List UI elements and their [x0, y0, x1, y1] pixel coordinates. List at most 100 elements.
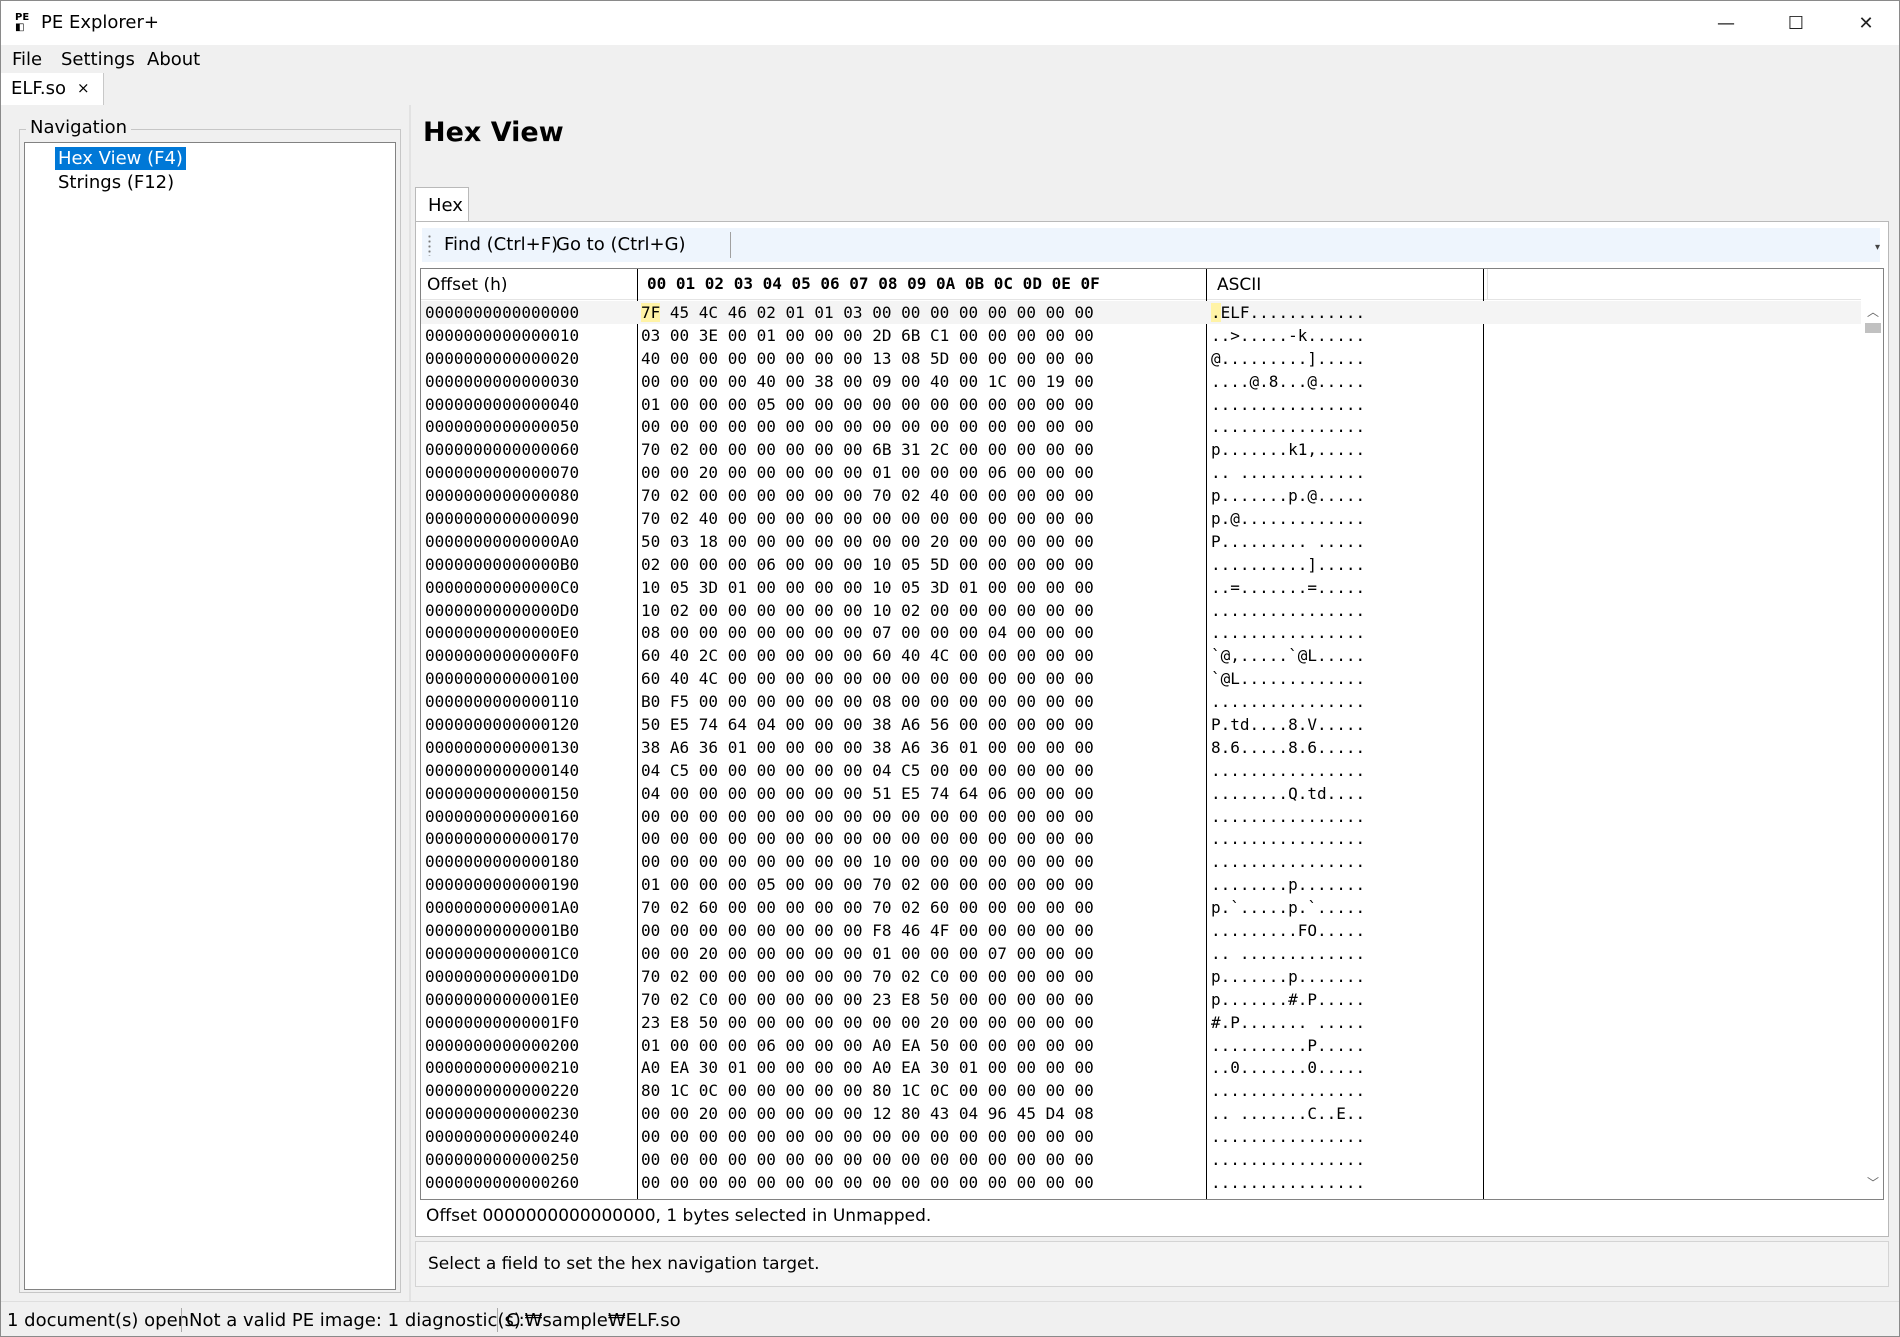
row-offset[interactable]: 00000000000000F0 [425, 644, 579, 667]
minimize-button[interactable]: — [1691, 1, 1761, 45]
row-hex-bytes[interactable]: 80 1C 0C 00 00 00 00 00 80 1C 0C 00 00 0… [641, 1079, 1094, 1102]
row-offset[interactable]: 0000000000000010 [425, 324, 579, 347]
row-hex-bytes[interactable]: 00 00 00 00 00 00 00 00 00 00 00 00 00 0… [641, 415, 1094, 438]
row-offset[interactable]: 0000000000000090 [425, 507, 579, 530]
row-ascii[interactable]: ................ [1211, 1171, 1365, 1194]
row-offset[interactable]: 0000000000000050 [425, 415, 579, 438]
row-hex-bytes[interactable]: 00 00 00 00 00 00 00 00 00 00 00 00 00 0… [641, 805, 1094, 828]
row-offset[interactable]: 00000000000000A0 [425, 530, 579, 553]
navigation-tree[interactable]: Hex View (F4) Strings (F12) [24, 142, 396, 1290]
row-hex-bytes[interactable]: 70 02 00 00 00 00 00 00 70 02 40 00 00 0… [641, 484, 1094, 507]
row-ascii[interactable]: ................ [1211, 827, 1365, 850]
table-row[interactable]: 0000000000000000 7F 45 4C 46 02 01 01 03 … [421, 301, 1861, 324]
row-offset[interactable]: 0000000000000260 [425, 1171, 579, 1194]
row-offset[interactable]: 0000000000000250 [425, 1148, 579, 1171]
row-offset[interactable]: 0000000000000130 [425, 736, 579, 759]
row-hex-bytes[interactable]: 00 00 00 00 40 00 38 00 09 00 40 00 1C 0… [641, 370, 1094, 393]
row-hex-bytes[interactable]: 00 00 20 00 00 00 00 00 01 00 00 00 06 0… [641, 461, 1094, 484]
table-row[interactable]: 0000000000000030 00 00 00 00 40 00 38 00 … [421, 370, 1861, 393]
table-row[interactable]: 0000000000000170 00 00 00 00 00 00 00 00 … [421, 827, 1861, 850]
row-ascii[interactable]: 8.6.....8.6..... [1211, 736, 1365, 759]
selected-char[interactable]: . [1211, 303, 1221, 322]
row-hex-bytes[interactable]: 70 02 00 00 00 00 00 00 6B 31 2C 00 00 0… [641, 438, 1094, 461]
row-hex-bytes[interactable]: 01 00 00 00 06 00 00 00 A0 EA 50 00 00 0… [641, 1034, 1094, 1057]
row-ascii[interactable]: p.......p.@..... [1211, 484, 1365, 507]
scroll-down-icon[interactable]: ﹀ [1867, 1174, 1879, 1191]
row-hex-bytes[interactable]: 50 03 18 00 00 00 00 00 00 00 20 00 00 0… [641, 530, 1094, 553]
row-ascii[interactable]: ..=.......=..... [1211, 576, 1365, 599]
row-offset[interactable]: 00000000000000E0 [425, 621, 579, 644]
row-hex-bytes[interactable]: 70 02 60 00 00 00 00 00 70 02 60 00 00 0… [641, 896, 1094, 919]
row-offset[interactable]: 0000000000000080 [425, 484, 579, 507]
row-hex-bytes[interactable]: B0 F5 00 00 00 00 00 00 08 00 00 00 00 0… [641, 690, 1094, 713]
row-ascii[interactable]: ................ [1211, 1148, 1365, 1171]
table-row[interactable]: 0000000000000110 B0 F5 00 00 00 00 00 00 … [421, 690, 1861, 713]
close-window-button[interactable]: ✕ [1831, 1, 1899, 45]
document-tab-elf[interactable]: ELF.so × [1, 73, 104, 105]
row-offset[interactable]: 00000000000001D0 [425, 965, 579, 988]
row-ascii[interactable]: ..........P..... [1211, 1034, 1365, 1057]
row-offset[interactable]: 0000000000000230 [425, 1102, 579, 1125]
row-hex-bytes[interactable]: A0 EA 30 01 00 00 00 00 A0 EA 30 01 00 0… [641, 1056, 1094, 1079]
row-ascii[interactable]: ................ [1211, 759, 1365, 782]
scroll-up-icon[interactable]: ︿ [1867, 303, 1879, 320]
row-hex-bytes[interactable]: 40 00 00 00 00 00 00 00 13 08 5D 00 00 0… [641, 347, 1094, 370]
table-row[interactable]: 0000000000000150 04 00 00 00 00 00 00 00 … [421, 782, 1861, 805]
table-row[interactable]: 0000000000000160 00 00 00 00 00 00 00 00 … [421, 805, 1861, 828]
table-row[interactable]: 0000000000000260 00 00 00 00 00 00 00 00 … [421, 1171, 1861, 1194]
row-hex-bytes[interactable]: 10 05 3D 01 00 00 00 00 10 05 3D 01 00 0… [641, 576, 1094, 599]
table-row[interactable]: 0000000000000200 01 00 00 00 06 00 00 00 … [421, 1034, 1861, 1057]
row-ascii[interactable]: ................ [1211, 1079, 1365, 1102]
row-ascii[interactable]: .. .......C..E.. [1211, 1102, 1365, 1125]
table-row[interactable]: 00000000000001A0 70 02 60 00 00 00 00 00 … [421, 896, 1861, 919]
row-hex-bytes[interactable]: 03 00 3E 00 01 00 00 00 2D 6B C1 00 00 0… [641, 324, 1094, 347]
row-offset[interactable]: 00000000000000C0 [425, 576, 579, 599]
row-offset[interactable]: 00000000000000B0 [425, 553, 579, 576]
row-ascii[interactable]: `@,.....`@L..... [1211, 644, 1365, 667]
row-hex-bytes[interactable]: 00 00 20 00 00 00 00 00 12 80 43 04 96 4… [641, 1102, 1094, 1125]
row-ascii[interactable]: ................ [1211, 393, 1365, 416]
row-hex-bytes[interactable]: 02 00 00 00 06 00 00 00 10 05 5D 00 00 0… [641, 553, 1094, 576]
table-row[interactable]: 0000000000000070 00 00 20 00 00 00 00 00 … [421, 461, 1861, 484]
row-ascii[interactable]: ................ [1211, 805, 1365, 828]
row-offset[interactable]: 0000000000000160 [425, 805, 579, 828]
row-hex-bytes[interactable]: 01 00 00 00 05 00 00 00 00 00 00 00 00 0… [641, 393, 1094, 416]
row-ascii[interactable]: ..>.....-k...... [1211, 324, 1365, 347]
table-row[interactable]: 0000000000000090 70 02 40 00 00 00 00 00 … [421, 507, 1861, 530]
row-ascii[interactable]: .ELF............ [1211, 301, 1365, 324]
row-offset[interactable]: 00000000000001F0 [425, 1011, 579, 1034]
row-offset[interactable]: 0000000000000070 [425, 461, 579, 484]
row-offset[interactable]: 00000000000001B0 [425, 919, 579, 942]
row-hex-bytes[interactable]: 04 00 00 00 00 00 00 00 51 E5 74 64 06 0… [641, 782, 1094, 805]
table-row[interactable]: 00000000000000F0 60 40 2C 00 00 00 00 00 … [421, 644, 1861, 667]
row-ascii[interactable]: ..........]..... [1211, 553, 1365, 576]
selected-byte[interactable]: 7F [641, 303, 661, 322]
table-row[interactable]: 00000000000001F0 23 E8 50 00 00 00 00 00 … [421, 1011, 1861, 1034]
table-row[interactable]: 0000000000000220 80 1C 0C 00 00 00 00 00 … [421, 1079, 1861, 1102]
row-ascii[interactable]: P.td....8.V..... [1211, 713, 1365, 736]
row-hex-bytes[interactable]: 00 00 00 00 00 00 00 00 00 00 00 00 00 0… [641, 1148, 1094, 1171]
row-hex-bytes[interactable]: 00 00 00 00 00 00 00 00 00 00 00 00 00 0… [641, 827, 1094, 850]
table-row[interactable]: 00000000000001B0 00 00 00 00 00 00 00 00 … [421, 919, 1861, 942]
row-hex-bytes[interactable]: 01 00 00 00 05 00 00 00 70 02 00 00 00 0… [641, 873, 1094, 896]
row-offset[interactable]: 0000000000000190 [425, 873, 579, 896]
table-row[interactable]: 00000000000000C0 10 05 3D 01 00 00 00 00 … [421, 576, 1861, 599]
nav-item-strings[interactable]: Strings (F12) [55, 171, 177, 194]
row-ascii[interactable]: .. ............. [1211, 942, 1365, 965]
row-hex-bytes[interactable]: 50 E5 74 64 04 00 00 00 38 A6 56 00 00 0… [641, 713, 1094, 736]
table-row[interactable]: 0000000000000230 00 00 20 00 00 00 00 00 … [421, 1102, 1861, 1125]
row-offset[interactable]: 0000000000000180 [425, 850, 579, 873]
row-ascii[interactable]: .. ............. [1211, 461, 1365, 484]
panel-splitter[interactable] [409, 105, 411, 1301]
row-ascii[interactable]: ................ [1211, 850, 1365, 873]
toolbar-overflow-icon[interactable]: ▾ [1875, 242, 1880, 253]
table-row[interactable]: 0000000000000240 00 00 00 00 00 00 00 00 … [421, 1125, 1861, 1148]
table-row[interactable]: 00000000000001E0 70 02 C0 00 00 00 00 00 … [421, 988, 1861, 1011]
row-ascii[interactable]: ................ [1211, 415, 1365, 438]
row-hex-bytes[interactable]: 04 C5 00 00 00 00 00 00 04 C5 00 00 00 0… [641, 759, 1094, 782]
row-ascii[interactable]: #.P....... ..... [1211, 1011, 1365, 1034]
row-ascii[interactable]: p.`.....p.`..... [1211, 896, 1365, 919]
table-row[interactable]: 0000000000000080 70 02 00 00 00 00 00 00 … [421, 484, 1861, 507]
row-ascii[interactable]: p.......k1,..... [1211, 438, 1365, 461]
vertical-scrollbar[interactable]: ︿ ﹀ [1863, 299, 1883, 1197]
